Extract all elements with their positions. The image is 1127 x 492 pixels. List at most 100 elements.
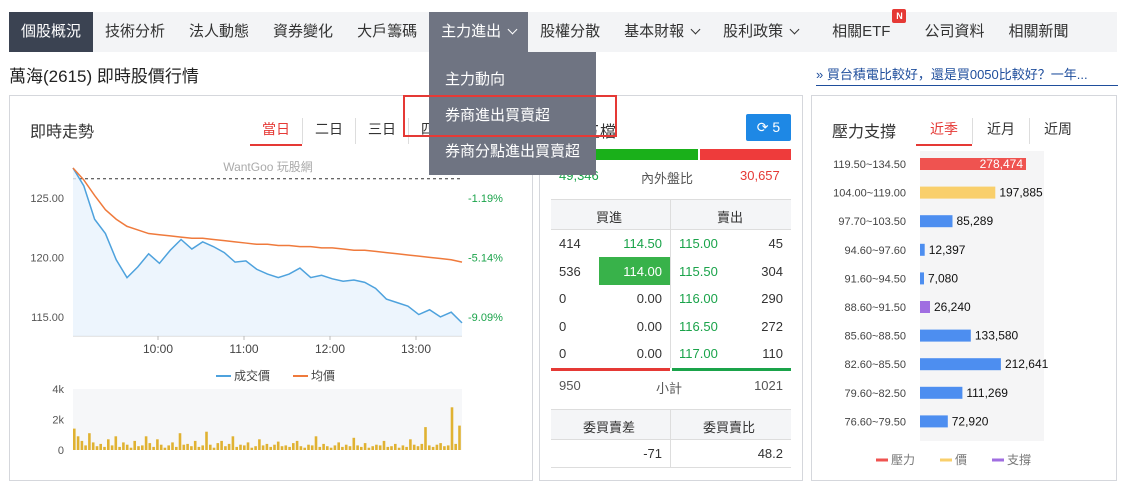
volume-area: [73, 389, 462, 450]
nav-major-holders[interactable]: 大戶籌碼: [345, 12, 429, 52]
volume-bar: [88, 433, 91, 450]
nav-financials[interactable]: 基本財報: [612, 12, 711, 52]
volume-bar: [424, 427, 427, 450]
volume-bar: [125, 444, 129, 450]
volume-bar: [314, 436, 318, 450]
percent-label: -1.19%: [468, 193, 503, 205]
nav-main-force[interactable]: 主力進出: [429, 12, 529, 52]
pressure-value-label: 212,641: [1005, 357, 1049, 371]
chevron-down-icon: [507, 24, 518, 35]
volume-bar: [110, 445, 114, 450]
pressure-value-label: 111,269: [966, 386, 1008, 400]
volume-bar: [246, 442, 250, 450]
ask-underline: [672, 368, 791, 371]
pressure-value-label: 72,920: [952, 414, 989, 428]
nav-technical[interactable]: 技術分析: [93, 12, 177, 52]
diff-header-2: 委買賣比: [703, 420, 756, 435]
pressure-value-label: 133,580: [975, 329, 1019, 343]
subtotal-ask: 1021: [754, 378, 783, 393]
nav-main-force-label: 主力進出: [441, 23, 502, 40]
x-tick-label: 13:00: [401, 342, 431, 356]
price-range-label: 82.60~85.50: [845, 359, 906, 371]
volume-bar: [412, 444, 416, 450]
volume-bar: [344, 444, 348, 450]
refresh-count: 5: [772, 119, 781, 135]
volume-bar: [216, 443, 220, 450]
volume-bar: [273, 444, 276, 450]
volume-bar: [333, 445, 337, 450]
bid-price: 0.00: [636, 291, 662, 306]
ask-header: 賣出: [717, 210, 744, 225]
volume-bar: [378, 445, 382, 450]
ratio-value: 48.2: [757, 446, 783, 461]
ask-price: 117.00: [679, 346, 718, 361]
volume-bar: [144, 436, 148, 450]
promo-link[interactable]: » 買台積電比較好，還是買0050比較好？一年...: [816, 64, 1118, 86]
diff-value: -71: [643, 446, 662, 461]
y-tick-label: 120.00: [30, 252, 64, 264]
nav-institutional[interactable]: 法人動態: [177, 12, 261, 52]
volume-bar: [386, 446, 390, 450]
bid-header: 買進: [596, 210, 623, 225]
nav-stock-overview[interactable]: 個股概況: [9, 12, 94, 52]
nav-company-info[interactable]: 公司資料: [912, 12, 996, 52]
volume-bar: [122, 442, 125, 450]
chevron-down-icon: [789, 24, 800, 35]
refresh-button[interactable]: ⟳ 5: [746, 114, 791, 141]
best5-header: 買進 賣出: [551, 199, 791, 230]
volume-tick-label: 2k: [52, 415, 64, 427]
volume-bar: [171, 442, 174, 450]
bid-volume: 0: [559, 346, 567, 361]
volume-bar: [129, 447, 133, 450]
volume-bar: [341, 446, 344, 450]
volume-bar: [295, 440, 299, 450]
refresh-icon: ⟳: [756, 119, 769, 135]
chevron-down-icon: [690, 24, 701, 35]
nav-margin[interactable]: 資券變化: [261, 12, 345, 52]
volume-bar: [197, 446, 201, 450]
subtotal-bid: 950: [559, 378, 581, 393]
volume-bar: [107, 439, 110, 450]
nav-dividend[interactable]: 股利政策: [711, 12, 810, 52]
x-tick-label: 12:00: [315, 342, 345, 356]
column-divider: [670, 230, 671, 368]
volume-bar: [254, 446, 257, 450]
percent-label: -9.09%: [468, 312, 503, 324]
nav-related-etf-label: 相關ETF: [832, 23, 891, 40]
dropdown-item-branch-net[interactable]: 券商分點進出買賣超: [445, 140, 580, 161]
new-badge: N: [892, 9, 907, 23]
volume-bar: [443, 446, 446, 450]
volume-bar: [307, 444, 310, 450]
price-range-label: 79.60~82.50: [845, 388, 906, 400]
header-divider: [670, 200, 671, 229]
y-tick-label: 115.00: [31, 312, 64, 324]
volume-bar: [148, 443, 152, 450]
volume-bar: [205, 431, 208, 450]
bid-underline: [551, 368, 670, 371]
volume-bar: [450, 407, 454, 450]
volume-bar: [265, 443, 269, 450]
volume-bar: [363, 443, 367, 450]
top-nav: 個股概況 技術分析 法人動態 資券變化 大戶籌碼 主力進出 股權分散 基本財報 …: [9, 9, 1117, 52]
x-tick-label: 10:00: [143, 342, 173, 356]
legend-label: 支撐: [1007, 453, 1031, 467]
bid-volume: 0: [559, 319, 567, 334]
dropdown-item-main-trend[interactable]: 主力動向: [445, 68, 505, 89]
page-title: 萬海(2615) 即時股價行情: [9, 67, 199, 86]
volume-bar: [159, 444, 163, 450]
nav-news[interactable]: 相關新聞: [997, 12, 1081, 52]
ask-volume: 290: [761, 291, 783, 306]
volume-bar: [80, 440, 84, 450]
nav-share-dist[interactable]: 股權分散: [528, 12, 612, 52]
pressure-panel: 壓力支撐 近季 近月 近周 119.50~134.50 278,474 104.00…: [811, 95, 1117, 481]
volume-bar: [454, 443, 457, 450]
diff-header: 委買賣差 委買賣比: [551, 409, 791, 440]
volume-bar: [288, 446, 291, 450]
volume-bar: [239, 444, 242, 450]
pressure-bar: [920, 301, 930, 313]
inout-ratio-right: [700, 149, 791, 160]
volume-bar: [276, 441, 280, 450]
volume-bar: [227, 443, 231, 450]
nav-related-etf[interactable]: 相關ETF N: [810, 9, 912, 52]
pressure-value-label: 7,080: [928, 271, 958, 285]
